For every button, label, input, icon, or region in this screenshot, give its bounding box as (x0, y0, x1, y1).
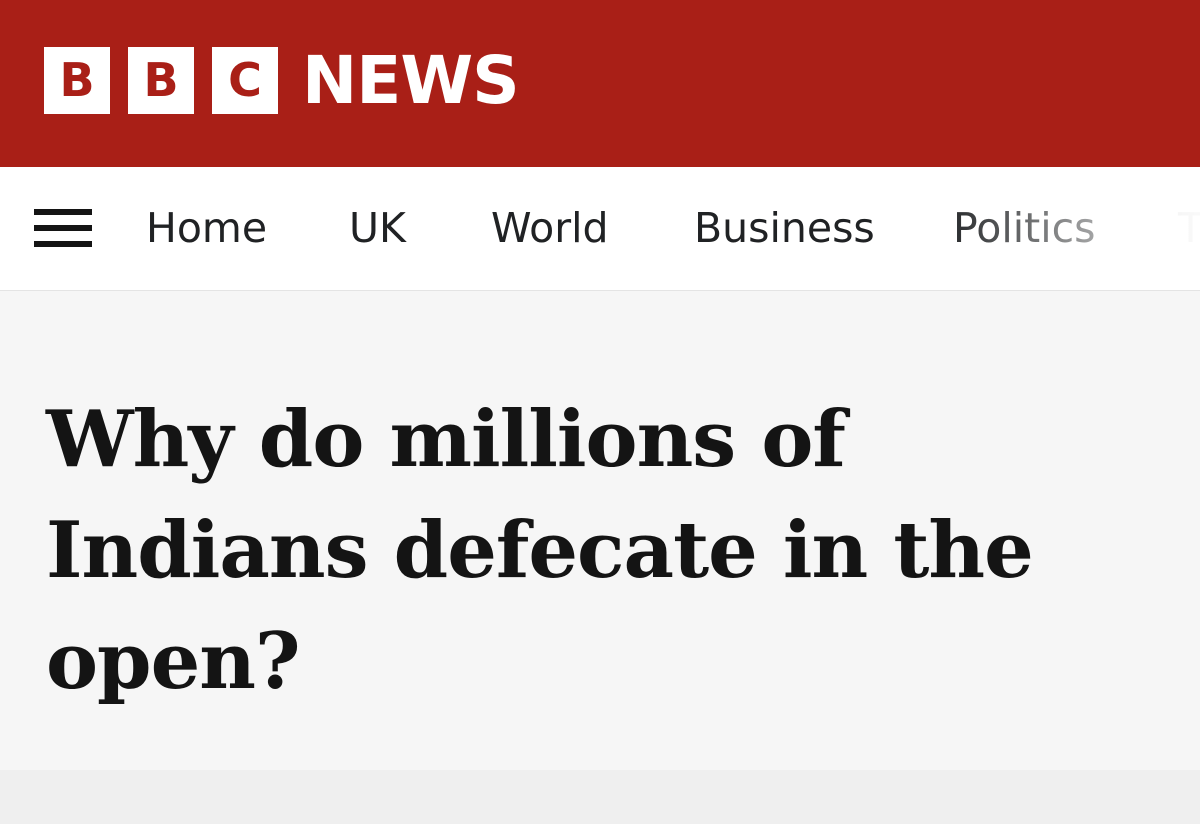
nav-item-world[interactable]: World (491, 203, 609, 253)
nav-item-politics[interactable]: Politics (953, 203, 1096, 253)
menu-bar (34, 241, 92, 247)
hamburger-menu-icon[interactable] (34, 209, 92, 249)
primary-navigation: Home UK World Business Politics T (0, 167, 1200, 291)
menu-bar (34, 209, 92, 215)
content-divider-strip (0, 770, 1200, 824)
logo-letter-b1: B (44, 47, 110, 114)
page: B B C NEWS Home UK World Business Politi… (0, 0, 1200, 824)
nav-item-uk[interactable]: UK (349, 203, 406, 253)
logo-letter-c: C (212, 47, 278, 114)
bbc-news-logo[interactable]: B B C NEWS (44, 42, 520, 119)
nav-item-home[interactable]: Home (146, 203, 267, 253)
logo-letter-b2: B (128, 47, 194, 114)
masthead: B B C NEWS (0, 0, 1200, 167)
nav-item-business[interactable]: Business (694, 203, 875, 253)
menu-bar (34, 225, 92, 231)
nav-item-truncated[interactable]: T (1178, 203, 1200, 253)
logo-news-text: NEWS (302, 42, 520, 119)
article-headline: Why do millions of Indians defecate in t… (46, 394, 1034, 707)
